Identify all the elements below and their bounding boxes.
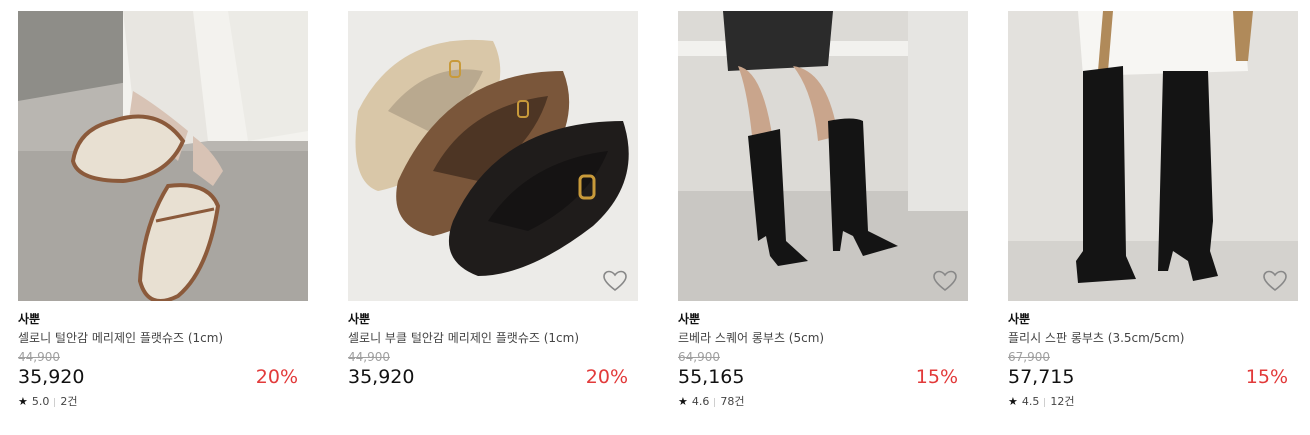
product-brand: 사뿐 [678, 312, 701, 326]
original-price: 44,900 [18, 350, 60, 364]
star-icon: ★ [678, 395, 688, 408]
product-photo-square-boots [678, 11, 968, 301]
sale-price: 35,920 [18, 366, 85, 388]
review-count: 78건 [720, 395, 745, 408]
original-price: 64,900 [678, 350, 720, 364]
product-image[interactable] [678, 11, 968, 301]
rating-row: ★ 5.0 2건 [18, 395, 308, 409]
rating-value: 4.5 [1021, 395, 1040, 408]
wishlist-heart-icon[interactable] [602, 269, 628, 293]
product-brand: 사뿐 [1008, 312, 1031, 326]
product-image[interactable] [18, 11, 308, 301]
sale-price: 35,920 [348, 366, 415, 388]
discount-rate: 20% [585, 366, 628, 388]
original-price: 44,900 [348, 350, 390, 364]
sale-price: 57,715 [1008, 366, 1075, 388]
product-title[interactable]: 플리시 스판 롱부츠 (3.5cm/5cm) [1008, 330, 1298, 346]
wishlist-heart-icon[interactable] [1262, 269, 1288, 293]
product-card[interactable]: 사뿐 르베라 스퀘어 롱부츠 (5cm) 64,900 55,165 15% ★… [678, 11, 968, 409]
price-row: 57,715 15% [1008, 365, 1298, 389]
review-count: 2건 [60, 395, 78, 408]
star-icon: ★ [1008, 395, 1018, 408]
original-price: 67,900 [1008, 350, 1050, 364]
rating-value: 5.0 [31, 395, 50, 408]
review-count: 12건 [1050, 395, 1075, 408]
product-card[interactable]: 사뿐 플리시 스판 롱부츠 (3.5cm/5cm) 67,900 57,715 … [1008, 11, 1298, 409]
product-image[interactable] [1008, 11, 1298, 301]
discount-rate: 15% [1245, 366, 1288, 388]
product-photo-flats-pavement [18, 11, 308, 301]
discount-rate: 15% [915, 366, 958, 388]
product-brand: 사뿐 [18, 312, 41, 326]
product-card[interactable]: 사뿐 셀로니 부클 털안감 메리제인 플랫슈즈 (1cm) 44,900 35,… [348, 11, 638, 389]
product-photo-stretch-boots [1008, 11, 1298, 301]
divider [714, 397, 716, 407]
discount-rate: 20% [255, 366, 298, 388]
wishlist-heart-icon[interactable] [932, 269, 958, 293]
product-title[interactable]: 셀로니 부클 털안감 메리제인 플랫슈즈 (1cm) [348, 330, 638, 346]
product-image[interactable] [348, 11, 638, 301]
sale-price: 55,165 [678, 366, 745, 388]
product-photo-fur-flats [348, 11, 638, 301]
divider [54, 397, 56, 407]
product-card[interactable]: 사뿐 셀로니 털안감 메리제인 플랫슈즈 (1cm) 44,900 35,920… [18, 11, 308, 409]
rating-row: ★ 4.5 12건 [1008, 395, 1298, 409]
product-grid: 사뿐 셀로니 털안감 메리제인 플랫슈즈 (1cm) 44,900 35,920… [0, 0, 1310, 435]
product-title[interactable]: 셀로니 털안감 메리제인 플랫슈즈 (1cm) [18, 330, 308, 346]
rating-value: 4.6 [691, 395, 710, 408]
price-row: 55,165 15% [678, 365, 968, 389]
price-row: 35,920 20% [18, 365, 308, 389]
product-title[interactable]: 르베라 스퀘어 롱부츠 (5cm) [678, 330, 968, 346]
rating-row: ★ 4.6 78건 [678, 395, 968, 409]
divider [1044, 397, 1046, 407]
price-row: 35,920 20% [348, 365, 638, 389]
product-brand: 사뿐 [348, 312, 371, 326]
star-icon: ★ [18, 395, 28, 408]
